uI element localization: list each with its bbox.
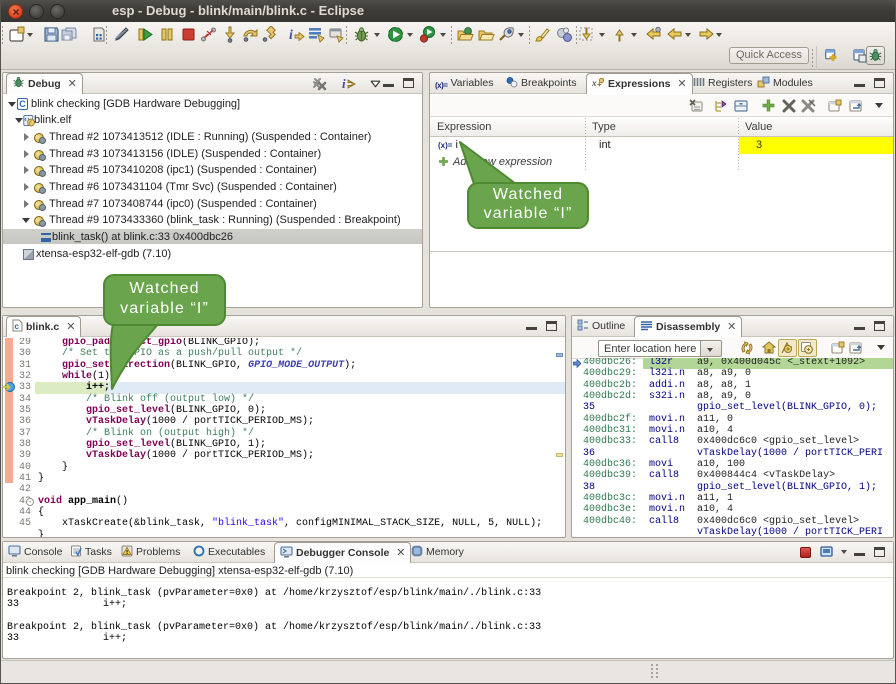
svg-text:c: c — [15, 322, 20, 331]
svg-text:i: i — [342, 76, 346, 91]
svg-text:i: i — [289, 28, 293, 43]
